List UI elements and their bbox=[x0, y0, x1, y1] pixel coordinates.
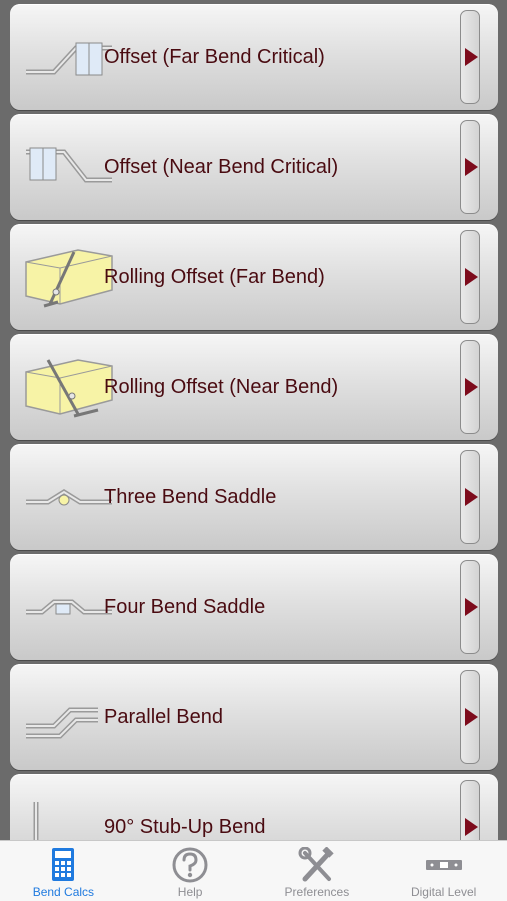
tab-bend-calcs[interactable]: Bend Calcs bbox=[0, 841, 127, 901]
tab-preferences[interactable]: Preferences bbox=[254, 841, 381, 901]
list-item-label: 90° Stub-Up Bend bbox=[104, 816, 266, 838]
list-item-stub-up-bend[interactable]: 90° Stub-Up Bend bbox=[10, 774, 498, 840]
rolling-offset-near-icon bbox=[25, 359, 113, 418]
chevron-right-icon bbox=[465, 708, 478, 726]
list-item-four-bend-saddle[interactable]: Four Bend Saddle bbox=[10, 554, 498, 660]
chevron-right-icon bbox=[465, 268, 478, 286]
rolling-offset-far-icon bbox=[25, 249, 113, 308]
tools-icon bbox=[298, 847, 334, 882]
tab-label: Bend Calcs bbox=[32, 885, 95, 899]
three-bend-saddle-icon bbox=[26, 489, 112, 506]
list-item-label: Four Bend Saddle bbox=[104, 596, 266, 618]
list-item-parallel-bend[interactable]: Parallel Bend bbox=[10, 664, 498, 770]
offset-far-bend-icon bbox=[26, 42, 112, 76]
list-item-label: Rolling Offset (Far Bend) bbox=[104, 266, 325, 288]
chevron-right-icon bbox=[465, 598, 478, 616]
level-icon bbox=[425, 860, 462, 870]
stub-up-bend-icon bbox=[33, 802, 39, 840]
tab-help[interactable]: Help bbox=[127, 841, 254, 901]
tab-label: Digital Level bbox=[410, 885, 477, 899]
list-item-label: Offset (Far Bend Critical) bbox=[104, 46, 325, 68]
list-item-rolling-offset-far[interactable]: Rolling Offset (Far Bend) bbox=[10, 224, 498, 330]
disclosure-button[interactable] bbox=[460, 10, 480, 104]
list-item-three-bend-saddle[interactable]: Three Bend Saddle bbox=[10, 444, 498, 550]
list-item-label: Parallel Bend bbox=[104, 706, 223, 728]
list-item-label: Offset (Near Bend Critical) bbox=[104, 156, 339, 178]
tab-digital-level[interactable]: Digital Level bbox=[380, 841, 507, 901]
bend-type-list: Offset (Far Bend Critical) Offset (Near … bbox=[0, 0, 507, 840]
list-item-offset-far-bend[interactable]: Offset (Far Bend Critical) bbox=[10, 4, 498, 110]
list-item-label: Three Bend Saddle bbox=[104, 486, 277, 508]
disclosure-button[interactable] bbox=[460, 670, 480, 764]
parallel-bend-icon bbox=[26, 707, 98, 739]
chevron-right-icon bbox=[465, 158, 478, 176]
disclosure-button[interactable] bbox=[460, 780, 480, 840]
offset-near-bend-icon bbox=[26, 147, 112, 183]
disclosure-button[interactable] bbox=[460, 450, 480, 544]
tab-label: Help bbox=[177, 885, 203, 899]
tab-bar: Bend Calcs Help Preferences Digital Leve… bbox=[0, 840, 507, 901]
calculator-icon bbox=[52, 848, 75, 881]
disclosure-button[interactable] bbox=[460, 560, 480, 654]
list-item-label: Rolling Offset (Near Bend) bbox=[104, 376, 339, 398]
tab-label: Preferences bbox=[284, 885, 350, 899]
help-icon bbox=[172, 847, 208, 883]
disclosure-button[interactable] bbox=[460, 230, 480, 324]
chevron-right-icon bbox=[465, 818, 478, 836]
chevron-right-icon bbox=[465, 378, 478, 396]
disclosure-button[interactable] bbox=[460, 340, 480, 434]
list-item-rolling-offset-near[interactable]: Rolling Offset (Near Bend) bbox=[10, 334, 498, 440]
four-bend-saddle-icon bbox=[26, 599, 112, 615]
list-item-offset-near-bend[interactable]: Offset (Near Bend Critical) bbox=[10, 114, 498, 220]
disclosure-button[interactable] bbox=[460, 120, 480, 214]
chevron-right-icon bbox=[465, 48, 478, 66]
chevron-right-icon bbox=[465, 488, 478, 506]
